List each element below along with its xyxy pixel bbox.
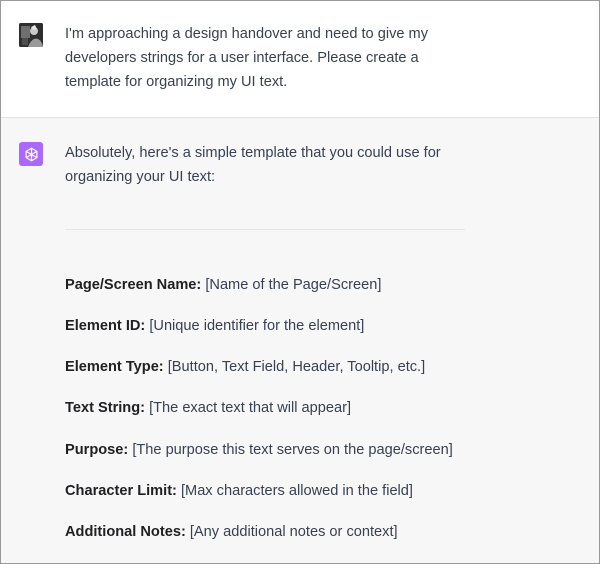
template-field-additional-notes: Additional Notes: [Any additional notes … [65,522,585,542]
template-field-element-id: Element ID: [Unique identifier for the e… [65,316,585,336]
template-field-element-type: Element Type: [Button, Text Field, Heade… [65,357,585,377]
assistant-intro-text: Absolutely, here's a simple template tha… [65,145,441,185]
user-avatar-photo-icon [19,23,43,47]
user-avatar [19,23,43,47]
field-label: Purpose: [65,442,129,458]
user-message-text: I'm approaching a design handover and ne… [65,26,429,90]
field-value: [Max characters allowed in the field] [180,483,413,499]
assistant-avatar [19,142,43,166]
field-label: Text String: [65,400,145,416]
field-value: [The purpose this text serves on the pag… [132,442,453,458]
field-value: [Button, Text Field, Header, Tooltip, et… [167,359,426,375]
user-message: I'm approaching a design handover and ne… [1,1,599,118]
field-label: Additional Notes: [65,524,186,540]
field-value: [The exact text that will appear] [149,400,352,416]
chat-transcript: I'm approaching a design handover and ne… [0,0,600,564]
template-field-character-limit: Character Limit: [Max characters allowed… [65,481,585,501]
field-label: Element Type: [65,359,164,375]
template-field-text-string: Text String: [The exact text that will a… [65,398,585,418]
openai-logo-icon [25,147,37,161]
template-field-purpose: Purpose: [The purpose this text serves o… [65,440,585,460]
horizontal-rule [65,229,465,230]
field-value: [Unique identifier for the element] [149,318,365,334]
assistant-message: Absolutely, here's a simple template tha… [1,118,599,563]
field-label: Character Limit: [65,483,177,499]
template-field-page-screen-name: Page/Screen Name: [Name of the Page/Scre… [65,275,585,295]
field-value: [Name of the Page/Screen] [205,277,382,293]
field-label: Element ID: [65,318,146,334]
field-label: Page/Screen Name: [65,277,202,293]
field-value: [Any additional notes or context] [189,524,398,540]
